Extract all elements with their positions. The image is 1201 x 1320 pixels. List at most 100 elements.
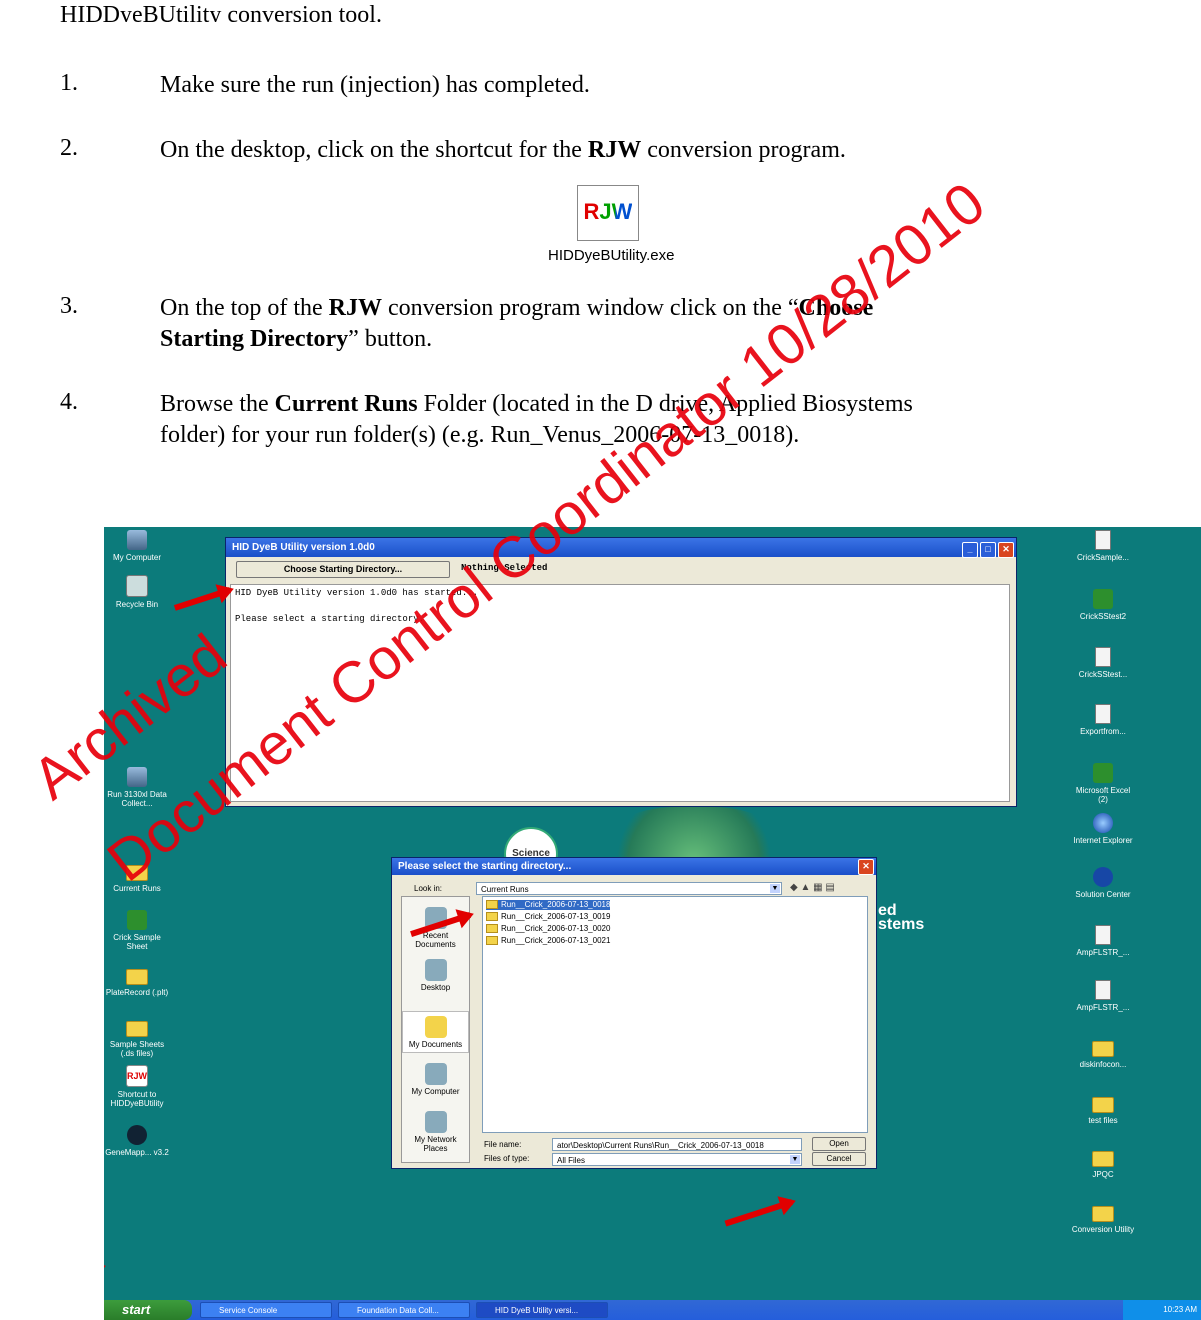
list-item[interactable]: Run__Crick_2006-07-13_0019: [486, 912, 610, 922]
desktop-icon-excel[interactable]: Microsoft Excel (2): [1070, 763, 1136, 804]
up-folder-icon[interactable]: ▲: [800, 882, 810, 893]
folder-icon: [1092, 1206, 1114, 1222]
files-of-type-select[interactable]: All Files ▼: [552, 1153, 802, 1166]
place-my-network-places[interactable]: My Network Places: [402, 1111, 469, 1153]
rjw-shortcut-icon[interactable]: RJW: [577, 185, 639, 241]
icon-label: GeneMapp... v3.2: [105, 1148, 169, 1157]
desktop-icon: [424, 959, 447, 981]
folder-icon: [486, 936, 498, 946]
icon-label: Internet Explorer: [1073, 836, 1133, 845]
desktop-icon-diskinfocon[interactable]: diskinfocon...: [1070, 1037, 1136, 1069]
chevron-down-icon[interactable]: ▼: [770, 884, 780, 893]
document-icon: [1095, 980, 1111, 1000]
folder-icon: [1092, 1097, 1114, 1113]
list-item[interactable]: Run__Crick_2006-07-13_0018: [486, 900, 611, 910]
file-name-input[interactable]: ator\Desktop\Current Runs\Run__Crick_200…: [552, 1138, 802, 1151]
app-icon: [127, 767, 147, 787]
icon-label: Current Runs: [113, 884, 161, 893]
icon-label: PlateRecord (.plt): [105, 988, 169, 997]
place-my-documents[interactable]: My Documents: [402, 1011, 469, 1053]
icon-label: Sample Sheets (.ds files): [109, 1040, 165, 1058]
desktop-icon-platerecord[interactable]: PlateRecord (.plt): [104, 965, 170, 997]
step-4-text: Browse the Current Runs Folder (located …: [160, 391, 913, 448]
desktop-icon-recycle-bin[interactable]: Recycle Bin: [104, 575, 170, 609]
excel-icon: [1093, 763, 1113, 783]
desktop-icon-exportfrom[interactable]: Exportfrom...: [1070, 704, 1136, 736]
taskbar-item-service-console[interactable]: Service Console: [200, 1302, 332, 1318]
list-item[interactable]: Run__Crick_2006-07-13_0020: [486, 924, 610, 934]
choose-starting-directory-button[interactable]: Choose Starting Directory...: [236, 561, 450, 578]
maximize-icon[interactable]: □: [980, 542, 996, 558]
folder-icon: [126, 865, 148, 881]
file-name-label: File name:: [484, 1140, 522, 1149]
document-icon: [1095, 530, 1111, 550]
desktop-icon-jpqc[interactable]: JPQC: [1070, 1147, 1136, 1179]
recycle-bin-icon: [126, 575, 148, 597]
close-icon[interactable]: ✕: [858, 859, 874, 875]
folder-icon: [126, 1021, 148, 1037]
icon-label: diskinfocon...: [1079, 1060, 1127, 1069]
system-tray-clock: 10:23 AM: [1123, 1300, 1201, 1320]
chevron-down-icon[interactable]: ▼: [790, 1155, 800, 1164]
files-of-type-label: Files of type:: [484, 1154, 530, 1163]
desktop-icon-conversion-utility[interactable]: Conversion Utility: [1070, 1202, 1136, 1234]
log-line: Please select a starting directory.: [235, 614, 425, 624]
icon-label: AmpFLSTR_...: [1076, 1003, 1130, 1012]
look-in-select[interactable]: Current Runs ▼: [476, 882, 782, 895]
taskbar-item-foundation-data[interactable]: Foundation Data Coll...: [338, 1302, 470, 1318]
icon-label: Recycle Bin: [115, 600, 159, 609]
taskbar-item-hid-dyeb-utility[interactable]: HID DyeB Utility versi...: [476, 1302, 608, 1318]
dialog-titlebar: Please select the starting directory... …: [392, 858, 876, 875]
desktop-icon-internet-explorer[interactable]: Internet Explorer: [1070, 813, 1136, 845]
place-my-computer[interactable]: My Computer: [402, 1063, 469, 1096]
document-icon: [1095, 925, 1111, 945]
desktop-icon-test-files[interactable]: test files: [1070, 1093, 1136, 1125]
details-view-icon[interactable]: ▤: [825, 882, 834, 893]
desktop-icon-cricksstest2[interactable]: CrickSStest2: [1070, 589, 1136, 621]
desktop-icon-cricksample[interactable]: CrickSample...: [1070, 530, 1136, 562]
excel-icon: [127, 910, 147, 930]
desktop-icon-run-3130xl[interactable]: Run 3130xl Data Collect...: [104, 767, 170, 808]
folder-icon: [126, 969, 148, 985]
start-button[interactable]: start: [104, 1300, 192, 1320]
log-line: HID DyeB Utility version 1.0d0 has start…: [235, 588, 479, 598]
desktop-icon-hiddyebutility-shortcut[interactable]: RJW Shortcut to HIDDyeBUtility: [104, 1065, 170, 1108]
folder-icon: [486, 924, 498, 934]
dell-icon: [1093, 867, 1113, 887]
folder-icon: [1092, 1041, 1114, 1057]
desktop-icon-solution-center[interactable]: Solution Center: [1070, 867, 1136, 899]
excel-icon: [1093, 589, 1113, 609]
rjw-shortcut-caption: HIDDyeBUtility.exe: [548, 247, 675, 264]
folder-icon: [1092, 1151, 1114, 1167]
pointer-arrow-choose-button: [173, 587, 231, 611]
desktop-icon-current-runs[interactable]: Current Runs: [104, 861, 170, 893]
desktop-icon-crick-sample-sheet[interactable]: Crick Sample Sheet: [104, 910, 170, 951]
icon-label: Microsoft Excel (2): [1075, 786, 1131, 804]
icon-label: AmpFLSTR_...: [1076, 948, 1130, 957]
desktop-icon-sample-sheets[interactable]: Sample Sheets (.ds files): [104, 1017, 170, 1058]
rjw-icon: RJW: [126, 1065, 148, 1087]
my-computer-icon: [424, 1063, 447, 1085]
list-item[interactable]: Run__Crick_2006-07-13_0021: [486, 936, 610, 946]
step-2-text: On the desktop, click on the shortcut fo…: [160, 137, 846, 163]
open-button[interactable]: Open: [812, 1137, 866, 1151]
desktop-icon-cricksstest[interactable]: CrickSStest...: [1070, 647, 1136, 679]
window-toolbar: Choose Starting Directory... Nothing Sel…: [226, 557, 1016, 581]
back-icon[interactable]: ◆: [790, 882, 798, 893]
desktop-icon-genemapper[interactable]: GeneMapp... v3.2: [104, 1125, 170, 1157]
view-menu-icon[interactable]: ▦: [813, 882, 822, 893]
place-desktop[interactable]: Desktop: [402, 959, 469, 992]
icon-label: JPQC: [1092, 1170, 1114, 1179]
window-title: HID DyeB Utility version 1.0d0: [232, 542, 375, 553]
desktop-icon-ampflstr-2[interactable]: AmpFLSTR_...: [1070, 980, 1136, 1012]
step-4-number: 4.: [60, 389, 78, 415]
desktop-icon-my-computer[interactable]: My Computer: [104, 530, 170, 562]
icon-label: CrickSStest...: [1078, 670, 1128, 679]
cancel-button[interactable]: Cancel: [812, 1152, 866, 1166]
minimize-icon[interactable]: _: [962, 542, 978, 558]
icon-label: Exportfrom...: [1080, 727, 1126, 736]
close-icon[interactable]: ✕: [998, 542, 1014, 558]
desktop-icon-ampflstr-1[interactable]: AmpFLSTR_...: [1070, 925, 1136, 957]
internet-explorer-icon: [1093, 813, 1113, 833]
icon-label: CrickSStest2: [1079, 612, 1127, 621]
